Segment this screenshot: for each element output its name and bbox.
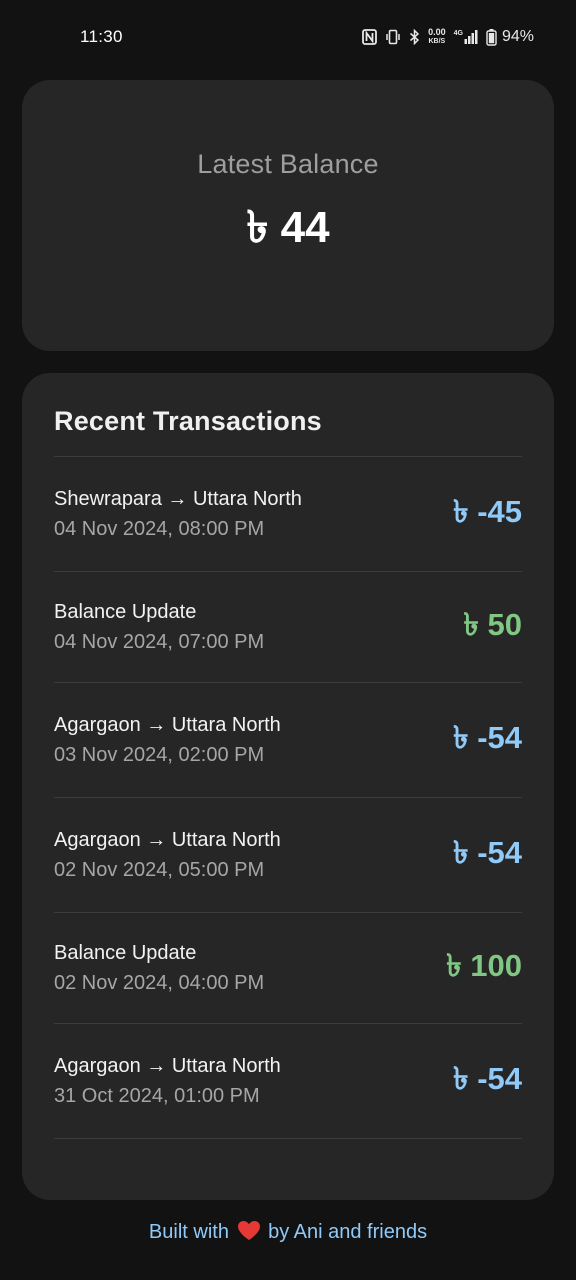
transaction-row[interactable]: Balance Update 04 Nov 2024, 07:00 PM ৳ 5… (54, 571, 522, 682)
transaction-description: Agargaon → Uttara North (54, 714, 281, 736)
net-speed-value: 0.00 (428, 27, 446, 37)
transaction-amount: ৳ -54 (453, 720, 522, 755)
footer-suffix: by Ani and friends (268, 1221, 428, 1243)
balance-amount: ৳ 44 (246, 202, 330, 252)
net-speed-indicator: 0.00 KB/S (428, 28, 446, 46)
transaction-row[interactable]: Agargaon → Uttara North 31 Oct 2024, 01:… (54, 1023, 522, 1139)
transactions-title: Recent Transactions (54, 406, 322, 436)
transaction-description: Agargaon → Uttara North (54, 1055, 281, 1077)
transaction-amount: ৳ 50 (463, 607, 522, 642)
transaction-description: Balance Update (54, 601, 197, 623)
net-speed-unit: KB/S (428, 38, 446, 45)
bluetooth-icon (409, 29, 420, 45)
transaction-row[interactable]: Shewrapara → Uttara North 04 Nov 2024, 0… (54, 456, 522, 571)
transaction-description: Balance Update (54, 942, 197, 964)
balance-card: Latest Balance ৳ 44 (22, 80, 554, 351)
signal-icon: 4G (454, 30, 478, 44)
vibrate-icon (385, 29, 401, 45)
transaction-amount: ৳ 100 (446, 948, 522, 983)
transaction-row[interactable]: Agargaon → Uttara North 03 Nov 2024, 02:… (54, 682, 522, 797)
transaction-date: 02 Nov 2024, 04:00 PM (54, 972, 265, 994)
transaction-amount: ৳ -54 (453, 835, 522, 870)
transaction-row[interactable]: Agargaon → Uttara North 02 Nov 2024, 05:… (54, 797, 522, 912)
status-time: 11:30 (80, 27, 123, 46)
balance-label: Latest Balance (197, 148, 379, 179)
footer-credit: Built with by Ani and friends (0, 1220, 576, 1247)
status-icons: 0.00 KB/S 4G 94% (362, 28, 534, 46)
status-bar: 11:30 0.00 KB/S 4G 94% (0, 0, 576, 74)
transaction-amount: ৳ -45 (453, 494, 522, 529)
transaction-date: 02 Nov 2024, 05:00 PM (54, 859, 265, 881)
battery-icon (486, 28, 497, 46)
transaction-row[interactable]: Balance Update 02 Nov 2024, 04:00 PM ৳ 1… (54, 912, 522, 1023)
transaction-amount: ৳ -54 (453, 1061, 522, 1096)
transaction-date: 03 Nov 2024, 02:00 PM (54, 744, 265, 766)
footer-prefix: Built with (148, 1221, 229, 1243)
transaction-date: 04 Nov 2024, 08:00 PM (54, 518, 265, 540)
battery-percent: 94% (501, 28, 534, 45)
transaction-date: 31 Oct 2024, 01:00 PM (54, 1085, 260, 1107)
nfc-icon (362, 29, 377, 45)
heart-icon (237, 1220, 261, 1247)
transaction-date: 04 Nov 2024, 07:00 PM (54, 631, 265, 653)
network-type-label: 4G (453, 30, 463, 37)
transactions-list: Shewrapara → Uttara North 04 Nov 2024, 0… (54, 456, 522, 1139)
transaction-description: Agargaon → Uttara North (54, 829, 281, 851)
transactions-card: Recent Transactions Shewrapara → Uttara … (22, 373, 554, 1200)
transaction-description: Shewrapara → Uttara North (54, 488, 302, 510)
